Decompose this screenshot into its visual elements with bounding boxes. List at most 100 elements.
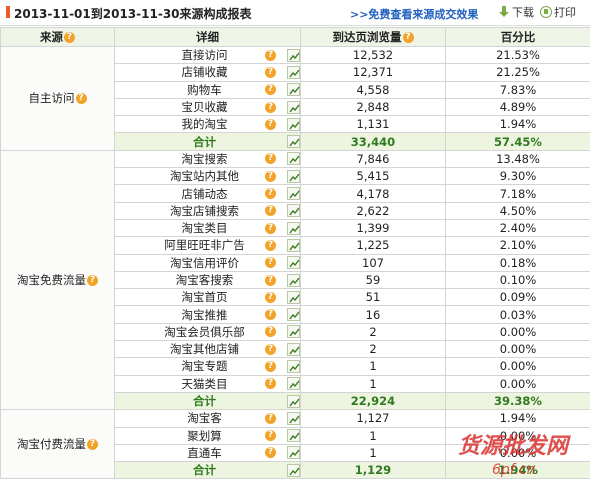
trend-chart-icon[interactable] bbox=[287, 100, 300, 114]
detail-cell: 淘宝专题? bbox=[114, 357, 301, 376]
pv-cell: 4,178 bbox=[300, 184, 446, 203]
watermark-text: 货源批发网 bbox=[458, 433, 569, 459]
source-group-cell: 自主访问? bbox=[0, 46, 115, 151]
trend-chart-icon[interactable] bbox=[287, 117, 300, 131]
detail-cell: 店铺收藏? bbox=[114, 63, 301, 82]
detail-cell: 宝贝收藏? bbox=[114, 97, 301, 117]
help-icon[interactable]: ? bbox=[265, 326, 276, 338]
print-button[interactable]: 打印 bbox=[540, 4, 576, 20]
trend-chart-icon[interactable] bbox=[287, 48, 300, 62]
help-icon[interactable]: ? bbox=[265, 412, 276, 424]
download-label: 下载 bbox=[512, 6, 534, 19]
detail-cell: 淘宝首页? bbox=[114, 288, 301, 307]
detail-label: 淘宝搜索 bbox=[181, 151, 228, 166]
trend-chart-icon[interactable] bbox=[287, 135, 300, 149]
help-icon[interactable]: ? bbox=[265, 257, 276, 269]
trend-chart-icon[interactable] bbox=[287, 256, 300, 270]
col-pct-label: 百分比 bbox=[500, 30, 536, 44]
detail-cell: 聚划算? bbox=[114, 426, 301, 445]
help-icon[interactable]: ? bbox=[87, 439, 98, 451]
trend-chart-icon[interactable] bbox=[287, 342, 300, 356]
detail-label: 淘宝专题 bbox=[181, 359, 228, 374]
help-icon[interactable]: ? bbox=[265, 309, 276, 321]
table-header-row: 来源? 详细 到达页浏览量? 百分比 bbox=[0, 27, 590, 47]
trend-chart-icon[interactable] bbox=[287, 65, 300, 79]
help-icon[interactable]: ? bbox=[402, 32, 414, 43]
help-icon[interactable]: ? bbox=[265, 239, 276, 251]
trend-chart-icon[interactable] bbox=[287, 204, 300, 218]
help-icon[interactable]: ? bbox=[75, 93, 87, 105]
help-icon[interactable]: ? bbox=[265, 378, 276, 390]
trend-chart-icon[interactable] bbox=[287, 325, 300, 339]
pct-cell: 4.89% bbox=[445, 97, 590, 117]
pv-cell: 2 bbox=[300, 322, 446, 342]
pct-cell: 0.10% bbox=[445, 270, 590, 290]
col-pct-header: 百分比 bbox=[445, 27, 590, 47]
pv-cell: 2,622 bbox=[300, 201, 446, 220]
total-label-cell: 合计 bbox=[114, 132, 301, 151]
help-icon[interactable]: ? bbox=[64, 32, 75, 43]
trend-chart-icon[interactable] bbox=[287, 290, 300, 304]
header-accent-bar bbox=[6, 6, 10, 18]
trend-chart-icon[interactable] bbox=[287, 429, 300, 443]
trend-chart-icon[interactable] bbox=[287, 273, 300, 287]
pv-cell: 1 bbox=[300, 426, 446, 445]
table-row: 淘宝付费流量? 淘宝客? 1,127 1.94% bbox=[0, 409, 590, 480]
help-icon[interactable]: ? bbox=[87, 275, 98, 286]
trend-chart-icon[interactable] bbox=[287, 377, 300, 391]
help-icon[interactable]: ? bbox=[265, 101, 276, 113]
total-label: 合计 bbox=[193, 134, 216, 149]
help-icon[interactable]: ? bbox=[265, 118, 276, 130]
total-label: 合计 bbox=[193, 394, 216, 409]
help-icon[interactable]: ? bbox=[265, 447, 276, 459]
help-icon[interactable]: ? bbox=[265, 66, 276, 78]
detail-label: 淘宝店铺搜索 bbox=[170, 203, 239, 218]
table-body: 自主访问? 直接访问? 12,532 21.53% 店铺收藏? 12,371 21.25% 购… bbox=[0, 45, 590, 480]
trend-chart-icon[interactable] bbox=[287, 152, 300, 166]
help-icon[interactable]: ? bbox=[265, 274, 276, 286]
trend-chart-icon[interactable] bbox=[287, 238, 300, 252]
trend-chart-icon[interactable] bbox=[287, 463, 300, 477]
help-icon[interactable]: ? bbox=[265, 360, 276, 372]
pct-cell: 7.18% bbox=[445, 184, 590, 203]
help-icon[interactable]: ? bbox=[265, 205, 276, 217]
pv-cell: 1 bbox=[300, 357, 446, 376]
help-icon[interactable]: ? bbox=[265, 84, 276, 96]
help-icon[interactable]: ? bbox=[265, 188, 276, 200]
detail-cell: 我的淘宝? bbox=[114, 115, 301, 134]
view-conversion-link[interactable]: >>免费查看来源成交效果 bbox=[350, 6, 478, 22]
trend-chart-icon[interactable] bbox=[287, 411, 300, 425]
pct-cell: 1.94% bbox=[445, 115, 590, 134]
help-icon[interactable]: ? bbox=[265, 222, 276, 234]
help-icon[interactable]: ? bbox=[265, 291, 276, 303]
total-pv-cell: 22,924 bbox=[300, 391, 446, 411]
help-icon[interactable]: ? bbox=[265, 430, 276, 442]
total-label-cell: 合计 bbox=[114, 461, 301, 480]
trend-chart-icon[interactable] bbox=[287, 359, 300, 373]
detail-cell: 淘宝信用评价? bbox=[114, 253, 301, 272]
help-icon[interactable]: ? bbox=[265, 170, 276, 182]
trend-chart-icon[interactable] bbox=[287, 83, 300, 97]
help-icon[interactable]: ? bbox=[265, 153, 276, 165]
col-detail-header: 详细 bbox=[114, 27, 301, 47]
pct-cell: 0.00% bbox=[445, 340, 590, 359]
detail-label: 店铺动态 bbox=[181, 186, 228, 201]
pv-cell: 1 bbox=[300, 443, 446, 463]
help-icon[interactable]: ? bbox=[265, 343, 276, 355]
table-row: 自主访问? 直接访问? 12,532 21.53% bbox=[0, 45, 590, 151]
trend-chart-icon[interactable] bbox=[287, 169, 300, 183]
trend-chart-icon[interactable] bbox=[287, 221, 300, 235]
trend-chart-icon[interactable] bbox=[287, 446, 300, 460]
help-icon[interactable]: ? bbox=[265, 49, 276, 61]
download-button[interactable]: 下载 bbox=[498, 4, 534, 20]
trend-chart-icon[interactable] bbox=[287, 308, 300, 322]
trend-chart-icon[interactable] bbox=[287, 394, 300, 408]
detail-label: 淘宝推推 bbox=[181, 307, 228, 322]
print-icon bbox=[540, 6, 552, 18]
print-label: 打印 bbox=[554, 6, 576, 19]
trend-chart-icon[interactable] bbox=[287, 187, 300, 201]
pct-cell: 0.00% bbox=[445, 322, 590, 342]
total-pct-cell: 57.45% bbox=[445, 132, 590, 151]
detail-label: 我的淘宝 bbox=[181, 117, 228, 132]
detail-label: 天猫类目 bbox=[181, 376, 228, 391]
